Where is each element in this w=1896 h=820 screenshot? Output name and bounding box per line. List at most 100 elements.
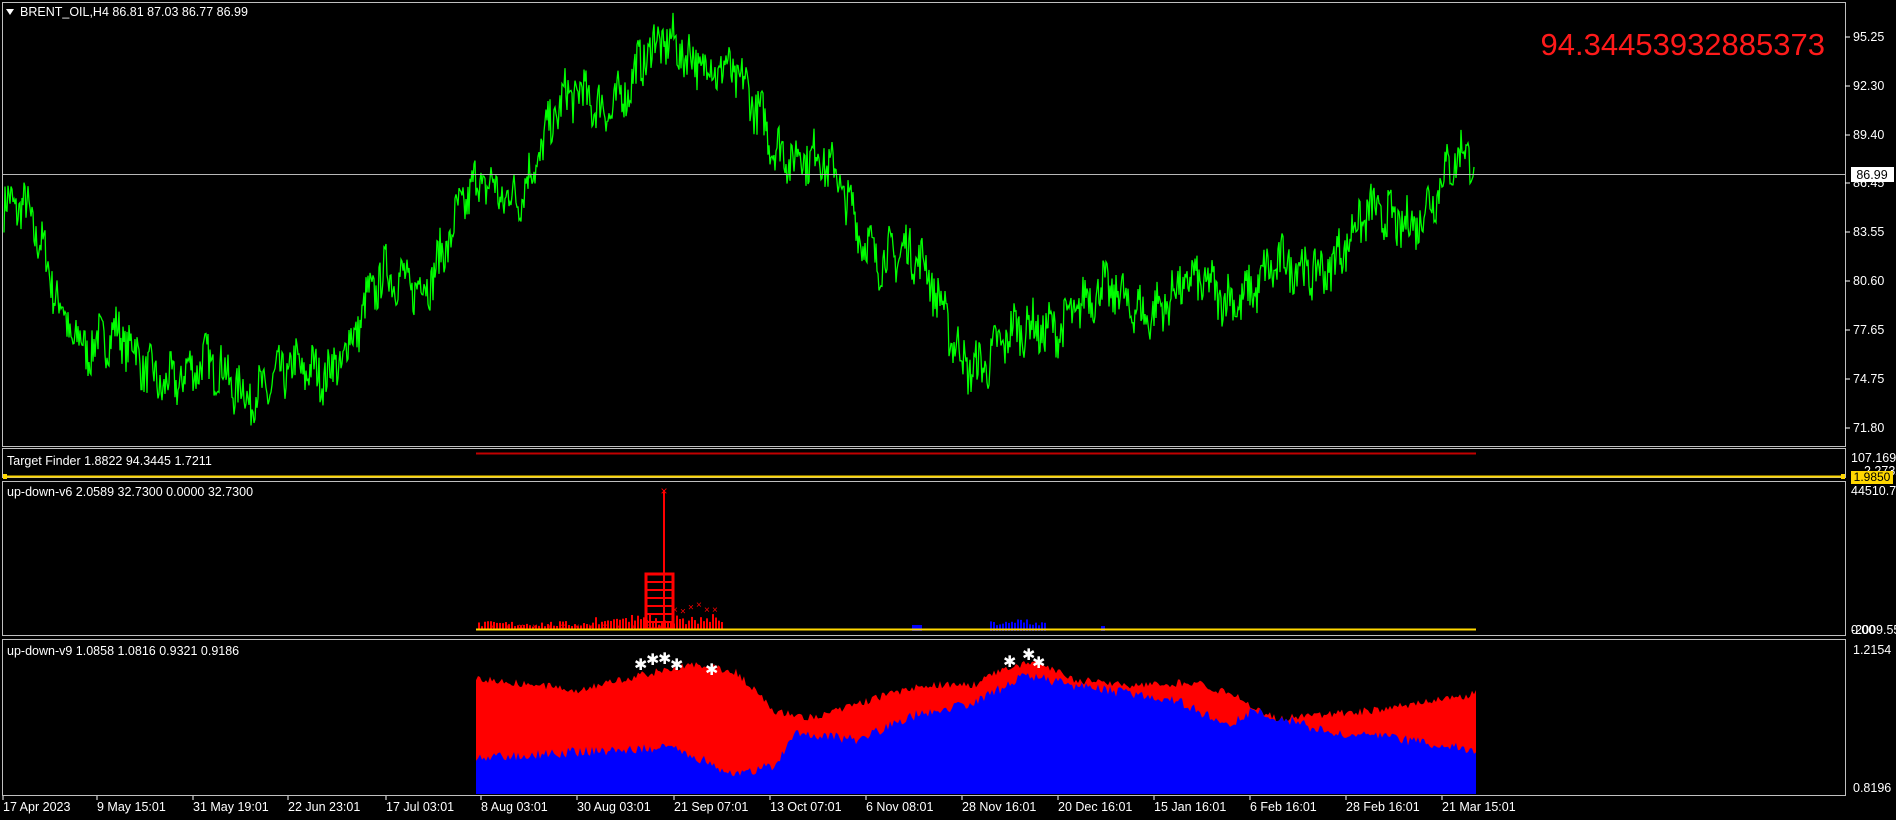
v6-up-bar [499, 622, 501, 629]
triangle-down-icon[interactable] [6, 9, 14, 15]
v6-up-marker: × [560, 622, 566, 633]
updown-v9-series: ✱✱✱✱ ✱ ✱ ✱✱ [476, 645, 1476, 794]
v6-up-bar [694, 620, 696, 629]
trading-chart[interactable]: BRENT_OIL,H4 86.81 87.03 86.77 86.99 94.… [0, 0, 1896, 820]
v6-up-bar [613, 619, 615, 629]
time-tick: 28 Feb 16:01 [1346, 800, 1420, 814]
time-tick: 28 Nov 16:01 [962, 800, 1036, 814]
v6-up-marker: × [644, 622, 650, 633]
v6-up-bar [709, 621, 711, 629]
v6-up-bar [655, 618, 657, 629]
v6-up-marker: × [704, 605, 710, 616]
time-tick: 30 Aug 03:01 [577, 800, 651, 814]
v6-up-marker: × [504, 622, 510, 633]
price-tick: 92.30 [1853, 79, 1884, 93]
v6-up-marker: × [518, 622, 524, 633]
target-value-label: 94.34453932885373 [1541, 27, 1825, 62]
v6-up-bar [637, 615, 639, 629]
v6-up-marker: × [696, 600, 702, 611]
v6-up-bar [496, 622, 498, 629]
time-axis: 17 Apr 2023 9 May 15:01 31 May 19:01 22 … [2, 796, 1516, 814]
updown-v6-tick: 44510.7 [1851, 484, 1896, 498]
price-tick: 71.80 [1853, 421, 1884, 435]
price-tick: 89.40 [1853, 128, 1884, 142]
v6-up-bar [703, 621, 705, 629]
time-tick: 13 Oct 07:01 [770, 800, 842, 814]
time-tick: 21 Mar 15:01 [1442, 800, 1516, 814]
updown-v6-pane [2, 481, 1846, 636]
updown-v9-header: up-down-v9 1.0858 1.0816 0.9321 0.9186 [7, 644, 239, 658]
v6-up-bar [487, 621, 489, 629]
v9-signal-marker: ✱ [1003, 652, 1016, 671]
v6-spike-marker: × [660, 484, 667, 498]
v6-up-marker: × [490, 622, 496, 633]
v6-up-bar [478, 622, 480, 629]
v6-up-bar [598, 624, 600, 629]
price-tick: 74.75 [1853, 372, 1884, 386]
v6-up-bar [679, 619, 681, 629]
v6-up-bar [691, 616, 693, 629]
time-tick: 15 Jan 16:01 [1154, 800, 1226, 814]
v6-up-bar [640, 619, 642, 629]
updown-v9-tick: 0.8196 [1853, 781, 1891, 795]
v6-up-bar [610, 620, 612, 629]
time-tick: 31 May 19:01 [193, 800, 269, 814]
time-tick: 8 Aug 03:01 [481, 800, 548, 814]
price-pane [2, 2, 1846, 447]
time-tick: 9 May 15:01 [97, 800, 166, 814]
price-tick: 80.60 [1853, 274, 1884, 288]
target-finder-tick: 107.169 [1851, 451, 1896, 465]
time-tick: 6 Feb 16:01 [1250, 800, 1317, 814]
level-marker [1841, 474, 1845, 479]
v6-up-bar [484, 621, 486, 629]
time-tick: 17 Apr 2023 [3, 800, 70, 814]
updown-v6-series: ×× × × × × × × × × × × × ×× × × × × × [478, 484, 1105, 633]
v6-up-marker: × [574, 622, 580, 633]
v6-up-bar [706, 618, 708, 629]
symbol-header: BRENT_OIL,H4 86.81 87.03 86.77 86.99 [20, 5, 248, 19]
v6-up-bar [712, 614, 714, 629]
time-tick: 22 Jun 23:01 [288, 800, 360, 814]
v6-up-bar [688, 620, 690, 629]
v6-up-marker: × [680, 606, 686, 617]
current-price-value: 86.99 [1856, 168, 1887, 182]
v6-up-bar [685, 624, 687, 629]
v6-up-bar [622, 618, 624, 629]
v6-up-bar [580, 625, 582, 629]
v9-signal-marker: ✱ [705, 660, 718, 679]
v6-up-bar [625, 618, 627, 629]
v9-signal-marker: ✱ [1032, 653, 1045, 672]
v6-up-marker: × [616, 622, 622, 633]
v6-up-marker: × [532, 622, 538, 633]
time-tick: 17 Jul 03:01 [386, 800, 454, 814]
v6-up-bar [511, 621, 513, 629]
v6-up-bar [715, 617, 717, 629]
v6-up-bar [541, 622, 543, 629]
v6-up-bar [697, 623, 699, 629]
v6-up-marker: × [712, 605, 718, 616]
v6-up-bar [700, 617, 702, 629]
v6-up-bar [682, 618, 684, 629]
v6-up-marker: × [546, 622, 552, 633]
v6-up-marker: × [630, 622, 636, 633]
v6-up-bar [568, 624, 570, 629]
v6-up-marker: × [588, 622, 594, 633]
updown-v6-tick: 0.00 [1851, 623, 1875, 637]
v6-up-marker: × [672, 605, 678, 616]
time-tick: 6 Nov 08:01 [866, 800, 933, 814]
updown-v9-tick: 1.2154 [1853, 643, 1891, 657]
target-finder-value: 1.9850 [1854, 470, 1891, 484]
price-line [3, 12, 1475, 426]
v6-up-bar [595, 617, 597, 629]
price-tick: 77.65 [1853, 323, 1884, 337]
time-tick: 21 Sep 07:01 [674, 800, 748, 814]
v6-up-bar [721, 622, 723, 629]
v6-up-bar [676, 615, 678, 629]
v6-up-marker: × [658, 622, 664, 633]
updown-v6-header: up-down-v6 2.0589 32.7300 0.0000 32.7300 [7, 485, 253, 499]
v6-up-marker: × [688, 602, 694, 613]
v6-up-marker: × [602, 622, 608, 633]
v6-up-bar [583, 623, 585, 629]
price-tick: 83.55 [1853, 225, 1884, 239]
level-marker [3, 474, 7, 479]
